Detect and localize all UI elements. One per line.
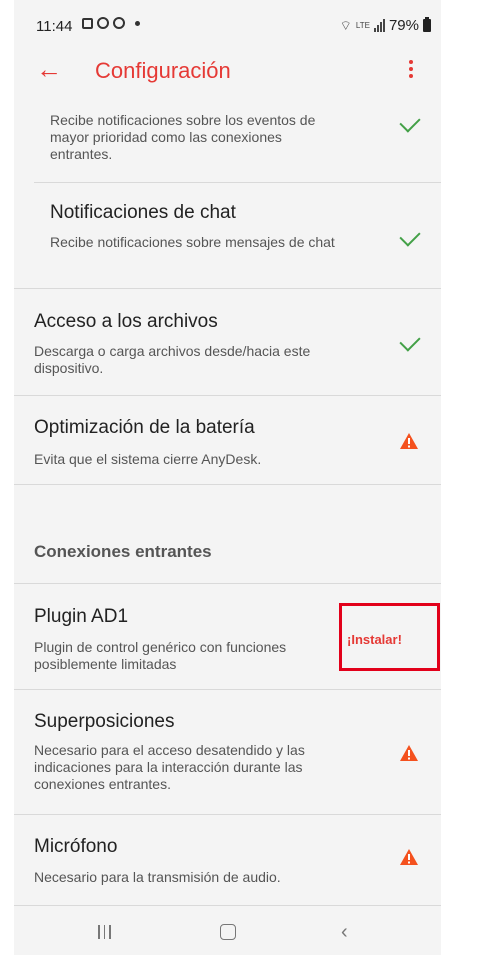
install-button[interactable]: ¡Instalar! [347, 632, 402, 647]
home-icon[interactable] [220, 924, 236, 940]
system-nav-bar: ‹ [14, 907, 441, 955]
signal-icon [373, 19, 385, 32]
battery-percent: 79% [388, 17, 419, 34]
more-notifications-icon [135, 20, 140, 26]
setting-title: Notificaciones de chat [50, 202, 236, 223]
status-bar: 11:44 ⌔ LTE 79% [14, 0, 441, 48]
battery-icon [423, 17, 431, 32]
check-icon [399, 225, 421, 247]
setting-chat-notifications[interactable]: Notificaciones de chat Recibe notificaci… [14, 183, 441, 288]
setting-file-access[interactable]: Acceso a los archivos Descarga o carga a… [14, 289, 441, 395]
back-icon[interactable]: ‹ [341, 922, 348, 942]
setting-battery-optimization[interactable]: Optimización de la batería Evita que el … [14, 396, 441, 484]
lte-label: LTE [355, 21, 370, 30]
setting-title: Plugin AD1 [34, 606, 129, 627]
app-notification-icon [97, 17, 109, 29]
warning-icon [400, 745, 418, 761]
setting-description: Plugin de control genérico con funciones… [34, 639, 287, 672]
setting-microphone[interactable]: Micrófono Necesario para la transmisión … [14, 815, 441, 905]
status-time: 11:44 [36, 18, 73, 35]
check-icon [399, 330, 421, 352]
overflow-menu-icon[interactable] [409, 60, 413, 78]
setting-description: Necesario para la transmisión de audio. [34, 869, 281, 885]
setting-title: Superposiciones [34, 711, 175, 732]
wifi-icon: ⌔ [339, 17, 352, 33]
divider [14, 484, 441, 485]
setting-description: Necesario para el acceso desatendido y l… [34, 742, 305, 792]
setting-description: Descarga o carga archivos desde/hacia es… [34, 343, 311, 376]
setting-title: Micrófono [34, 836, 118, 857]
notification-icons [82, 17, 140, 29]
page-title: Configuración [95, 58, 231, 83]
check-icon [399, 111, 421, 133]
app-bar: ← Configuración [14, 48, 441, 94]
divider [14, 905, 441, 906]
setting-description: Recibe notificaciones sobre los eventos … [50, 112, 316, 162]
gallery-notification-icon [82, 17, 93, 29]
setting-description: Recibe notificaciones sobre mensajes de … [50, 234, 335, 250]
setting-title: Optimización de la batería [34, 417, 255, 438]
setting-overlays[interactable]: Superposiciones Necesario para el acceso… [14, 690, 441, 814]
setting-description: Evita que el sistema cierre AnyDesk. [34, 451, 262, 467]
phone-screen: 11:44 ⌔ LTE 79% ← Configuración Recibe n… [14, 0, 441, 955]
system-icons: ⌔ LTE 79% [340, 17, 431, 34]
app-notification-icon [113, 17, 125, 29]
warning-icon [400, 433, 418, 449]
section-heading: Conexiones entrantes [34, 542, 212, 561]
setting-priority-notifications[interactable]: Recibe notificaciones sobre los eventos … [14, 108, 441, 182]
arrow-left-icon[interactable]: ← [36, 56, 62, 82]
warning-icon [400, 849, 418, 865]
setting-title: Acceso a los archivos [34, 311, 218, 332]
recents-icon[interactable] [98, 925, 111, 939]
